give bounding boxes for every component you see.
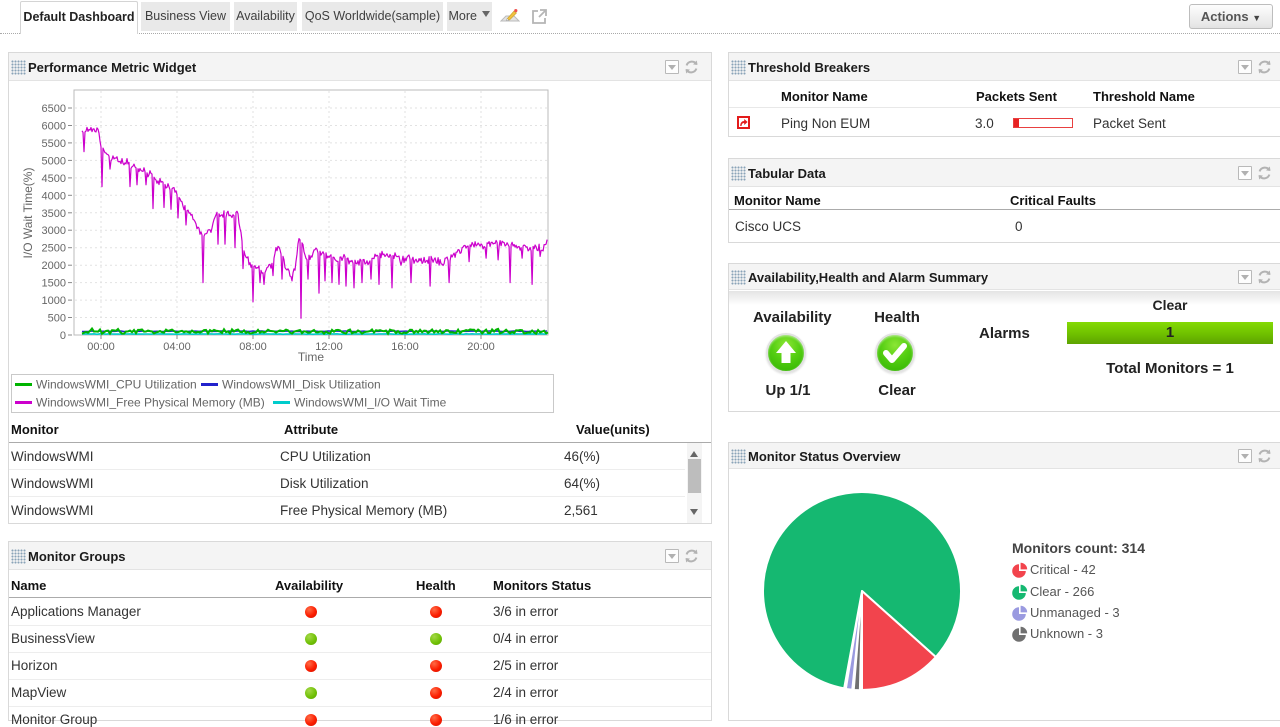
svg-text:00:00: 00:00 <box>87 341 115 353</box>
svg-text:3000: 3000 <box>42 225 66 237</box>
svg-text:1000: 1000 <box>42 295 66 307</box>
svg-text:16:00: 16:00 <box>391 341 419 353</box>
svg-text:Time: Time <box>298 350 325 364</box>
svg-text:20:00: 20:00 <box>467 341 495 353</box>
svg-text:0: 0 <box>60 330 66 342</box>
svg-text:4000: 4000 <box>42 190 66 202</box>
svg-text:6500: 6500 <box>42 103 66 115</box>
svg-text:3500: 3500 <box>42 208 66 220</box>
svg-text:6000: 6000 <box>42 121 66 133</box>
svg-text:500: 500 <box>48 313 66 325</box>
svg-text:1500: 1500 <box>42 278 66 290</box>
svg-text:2500: 2500 <box>42 243 66 255</box>
svg-text:WindowsWMI_I/O Wait Time: WindowsWMI_I/O Wait Time <box>294 396 447 410</box>
svg-text:08:00: 08:00 <box>239 341 267 353</box>
svg-text:2000: 2000 <box>42 260 66 272</box>
svg-text:WindowsWMI_Disk Utilization: WindowsWMI_Disk Utilization <box>222 378 381 392</box>
svg-text:5000: 5000 <box>42 155 66 167</box>
svg-text:5500: 5500 <box>42 138 66 150</box>
svg-text:WindowsWMI_Free Physical Memor: WindowsWMI_Free Physical Memory (MB) <box>36 396 265 410</box>
svg-text:4500: 4500 <box>42 173 66 185</box>
svg-text:04:00: 04:00 <box>163 341 191 353</box>
svg-text:I/O Wait Time(%): I/O Wait Time(%) <box>21 168 35 259</box>
svg-text:WindowsWMI_CPU Utilization: WindowsWMI_CPU Utilization <box>36 378 197 392</box>
